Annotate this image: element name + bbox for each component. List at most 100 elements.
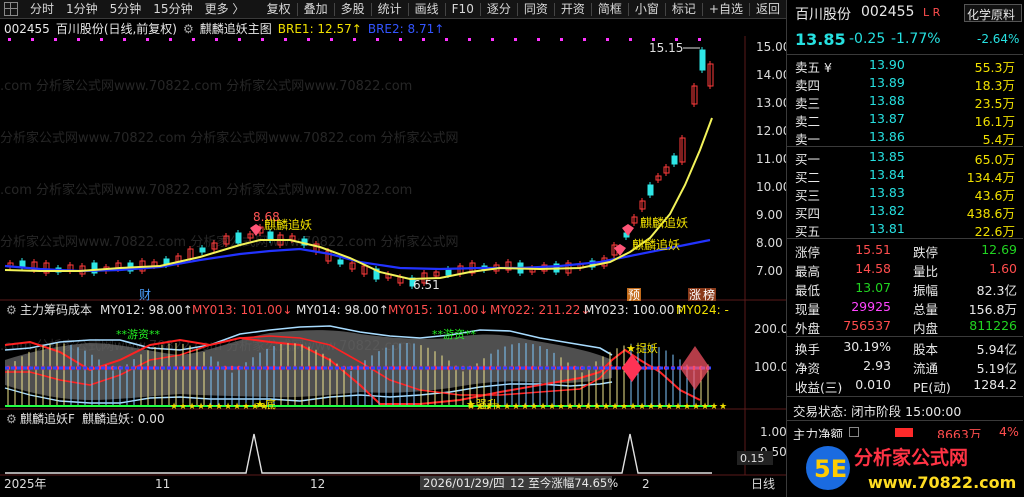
my024-value: MY024: - [676,303,729,317]
low-indicator-name[interactable]: 麒麟追妖F [20,411,75,426]
signal-dot [215,38,218,41]
simple-frame-button[interactable]: 简框 [592,0,628,19]
stat-value: 15.51 [855,242,891,257]
candle-body [671,155,678,165]
signal-dot [307,38,310,41]
lr-badge[interactable]: L R [923,6,940,19]
ask-price: 13.87 [869,111,905,126]
candle-body [235,232,242,244]
stat-value: 30.19% [843,339,891,354]
main-indicator-name[interactable]: 麒麟追妖主图 [200,22,272,36]
signal-dot [238,38,241,41]
youzi-label: **游资** [116,328,160,341]
ask-volume: 16.1万 [974,114,1015,129]
sector-name[interactable]: 化学原料 [967,6,1015,23]
low-price-label: 6.51 [413,278,440,292]
signal-dot [146,38,149,41]
bid-row[interactable]: 买四 13.82 438.6万 [787,203,1023,221]
tab-15min[interactable]: 15分钟 [147,0,198,19]
star-icon: ★ [710,402,718,412]
stat-row: 换手 30.19% 股本 5.94亿 [787,339,1023,357]
mid-indicator-name[interactable]: 主力筹码成本 [20,303,92,317]
signal-dot [192,38,195,41]
star-icon: ★ [611,402,619,412]
statistics-button[interactable]: 统计 [372,0,408,19]
stat-value: 2.93 [863,358,891,373]
forecast-marker[interactable]: 预 [628,288,640,302]
bid-row[interactable]: 买五 13.81 22.6万 [787,221,1023,239]
small-window-button[interactable]: 小窗 [629,0,665,19]
star-icon: ★ [242,402,250,412]
stat-label: 流通 [913,361,939,376]
bid-row[interactable]: 买二 13.84 134.4万 [787,167,1023,185]
tab-5min[interactable]: 5分钟 [104,0,148,19]
ask-row[interactable]: 卖四 13.89 18.3万 [787,75,1023,93]
back-button[interactable]: 返回 [750,0,786,19]
kline-chart[interactable]: .com 分析家公式网www.70822.com 分析家公式网www.70822… [0,36,786,497]
candle-body [199,247,206,253]
bid-row[interactable]: 买一 13.85 65.0万 [787,149,1023,167]
adjust-button[interactable]: 复权 [261,0,297,19]
period-label[interactable]: 日线 [751,477,775,491]
bid-label: 买三 [795,188,821,203]
signal-dot [31,38,34,41]
stat-value: 0.010 [855,377,891,392]
star-icon: ★ [683,402,691,412]
signal-dot [606,38,609,41]
bid-price: 13.84 [869,167,905,182]
ask-label: 卖五 ¥ [795,60,832,75]
low-settings-icon[interactable]: ⚙ [6,412,17,426]
chart-toolbar: 分时 1分钟 5分钟 15分钟 更多 〉 复权 叠加 多股 统计 画线 F10 … [0,0,786,19]
tab-intraday[interactable]: 分时 [24,0,60,19]
watermark-text: .com 分析家公式网www.70822.com 分析家公式网www.70822… [0,78,412,94]
ask-row[interactable]: 卖三 13.88 23.5万 [787,93,1023,111]
mark-button[interactable]: 标记 [666,0,702,19]
layout-grid-icon[interactable] [4,2,18,16]
mid-axis-tick: 200.0 [754,322,786,336]
signal-dot [123,38,126,41]
tab-1min[interactable]: 1分钟 [60,0,104,19]
bid-row[interactable]: 买三 13.83 43.6万 [787,185,1023,203]
rank-marker[interactable]: 榜 [703,287,715,302]
mid-settings-icon[interactable]: ⚙ [6,303,17,317]
star-icon: ★ [521,402,529,412]
same-capital-button[interactable]: 同资 [518,0,554,19]
draw-line-button[interactable]: 画线 [409,0,445,19]
signal-label: 麒麟追妖 [640,215,688,230]
star-icon: ★ [224,402,232,412]
limit-up-marker[interactable]: 涨 [689,287,701,302]
watermark-text: 分析家公式网www.70822.com 分析家公式网www.70822.com … [0,130,458,146]
star-icon: ★ [233,402,241,412]
tab-more[interactable]: 更多 〉 [199,0,251,19]
add-watchlist-button[interactable]: +自选 [703,0,749,19]
watermark-text: .com 分析家公式网www.70822.com 分析家公式网www.70822… [0,182,412,198]
star-icon: ★ [656,402,664,412]
signal-dot [445,38,448,41]
netflow-toggle-icon[interactable] [849,427,859,437]
signal-dot [77,38,80,41]
ask-price: 13.86 [869,129,905,144]
stat-label: 内盘 [913,321,939,336]
trade-status: 交易状态: 闭市阶段 15:00:00 [793,404,962,419]
zhuoyao-label: ★捉妖 [626,341,658,355]
overlay-button[interactable]: 叠加 [298,0,334,19]
quote-stock-name: 百川股份 [795,7,851,23]
multi-stock-button[interactable]: 多股 [335,0,371,19]
signal-label: 麒麟追妖 [632,237,680,252]
tick-button[interactable]: 逐分 [481,0,517,19]
signal-dot [284,38,287,41]
stat-label: 总量 [913,302,939,317]
indicator-settings-icon[interactable]: ⚙ [183,22,194,36]
ask-row[interactable]: 卖二 13.87 16.1万 [787,111,1023,129]
logo-5-mark: 5E [814,455,847,483]
open-capital-button[interactable]: 开资 [555,0,591,19]
ask-row[interactable]: 卖五 ¥ 13.90 55.3万 [787,57,1023,75]
finance-marker[interactable]: 财 [139,288,151,302]
f10-button[interactable]: F10 [446,0,480,19]
my015-value: MY015: 101.00↓ [388,303,489,317]
star-icon: ★ [692,402,700,412]
ask-price: 13.90 [869,57,905,72]
signal-dot [261,38,264,41]
ask-row[interactable]: 卖一 13.86 5.4万 [787,129,1023,147]
star-icon: ★ [638,402,646,412]
